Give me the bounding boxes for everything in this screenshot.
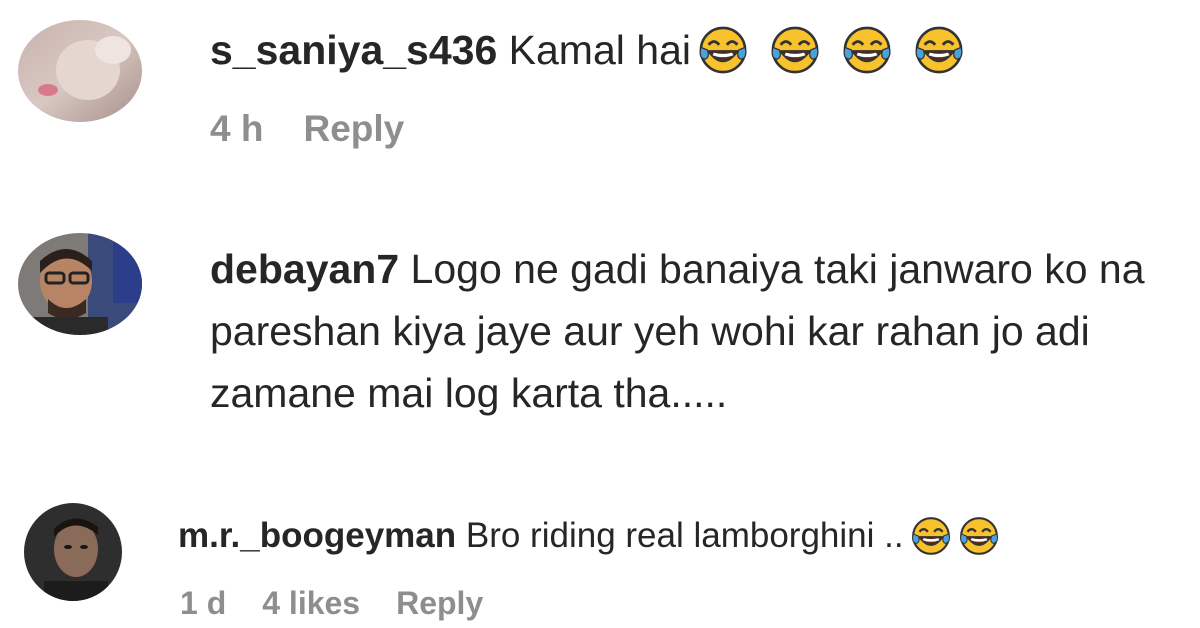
avatar-image	[18, 20, 142, 122]
comment-time[interactable]: 4 h	[210, 108, 263, 150]
face-with-tears-of-joy-icon	[909, 24, 969, 76]
avatar-image	[18, 233, 142, 335]
comment-text: m.r._boogeyman Bro riding real lamborghi…	[178, 508, 1000, 564]
comment-body: Bro riding real lamborghini ..	[456, 516, 904, 555]
comment-text: debayan7 Logo ne gadi banaiya taki janwa…	[210, 238, 1190, 424]
reply-button[interactable]: Reply	[303, 108, 404, 150]
face-with-tears-of-joy-icon	[910, 515, 952, 557]
comment-body: Kamal hai	[497, 27, 691, 73]
avatar-image	[24, 503, 122, 601]
comment-meta: 4 h Reply	[210, 108, 404, 150]
comment-username[interactable]: m.r._boogeyman	[178, 516, 456, 555]
comment-username[interactable]: s_saniya_s436	[210, 27, 497, 73]
comment-meta: 1 d 4 likes Reply	[180, 585, 483, 622]
face-with-tears-of-joy-icon	[958, 515, 1000, 557]
comment-text: s_saniya_s436 Kamal hai	[210, 18, 969, 82]
face-with-tears-of-joy-icon	[693, 24, 753, 76]
comment-username[interactable]: debayan7	[210, 246, 399, 292]
comment-time[interactable]: 1 d	[180, 585, 226, 622]
avatar[interactable]	[18, 20, 142, 122]
reply-button[interactable]: Reply	[396, 585, 483, 622]
face-with-tears-of-joy-icon	[765, 24, 825, 76]
comment-likes[interactable]: 4 likes	[262, 585, 360, 622]
face-with-tears-of-joy-icon	[837, 24, 897, 76]
avatar[interactable]	[24, 503, 122, 601]
avatar[interactable]	[18, 233, 142, 335]
